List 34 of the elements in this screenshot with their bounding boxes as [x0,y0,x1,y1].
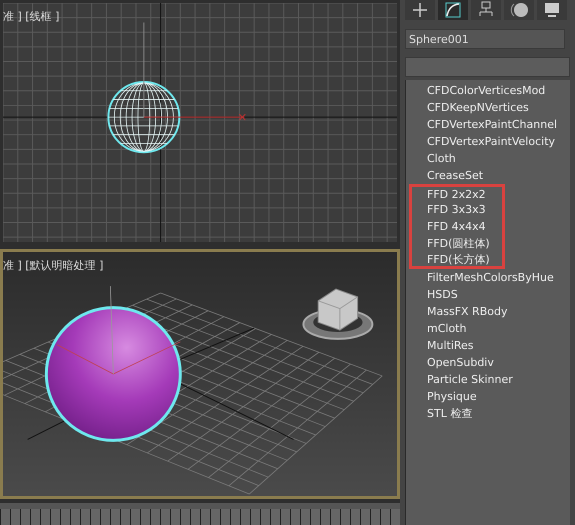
monitor-icon[interactable] [542,1,562,19]
timeline-ruler[interactable] [0,503,400,525]
curve-icon[interactable] [443,1,463,19]
modifier-list-item[interactable]: FilterMeshColorsByHue [427,271,554,284]
plus-icon[interactable] [410,1,430,19]
modifier-list-item[interactable]: HSDS [427,288,458,301]
create-tab[interactable] [405,0,435,20]
modifier-list-item[interactable]: CreaseSet [427,169,484,182]
modifier-list-item[interactable]: Cloth [427,152,456,165]
motion-tab[interactable] [504,0,534,20]
modifier-list-item[interactable]: FFD 4x4x4 [427,220,486,233]
modifier-list-item[interactable]: Particle Skinner [427,373,513,386]
viewport[interactable]: 准 ] [线框 ] [0,0,400,245]
modifier-list-item[interactable]: MassFX RBody [427,305,508,318]
hierarchy-tab[interactable] [471,0,501,20]
modifier-list-item[interactable]: FFD 3x3x3 [427,203,486,216]
modifier-list-item[interactable]: CFDKeepNVertices [427,101,529,114]
viewport-label[interactable]: 准 ] [线框 ] [3,9,60,24]
viewport[interactable]: 准 ] [默认明暗处理 ] [0,249,400,499]
object-name-field[interactable]: Sphere001 [405,29,565,49]
modifier-list-item[interactable]: CFDVertexPaintChannel [427,118,558,131]
modify-tab[interactable] [438,0,468,20]
modifier-list-item[interactable]: mCloth [427,322,466,335]
modifier-list-item[interactable]: CFDColorVerticesMod [427,84,546,97]
modifier-list-item[interactable]: FFD(圆柱体) [427,236,490,251]
modifier-list-item[interactable]: OpenSubdiv [427,356,494,369]
modifier-list-item[interactable]: Physique [427,390,477,403]
modifier-list-item[interactable]: MultiRes [427,339,474,352]
sphere-icon[interactable] [509,1,529,19]
modifier-list-item[interactable]: CFDVertexPaintVelocity [427,135,556,148]
display-tab[interactable] [537,0,567,20]
viewport-label[interactable]: 准 ] [默认明暗处理 ] [3,258,104,273]
modifier-list-item[interactable]: STL 检查 [427,406,472,421]
view-cube-icon[interactable] [302,288,374,340]
